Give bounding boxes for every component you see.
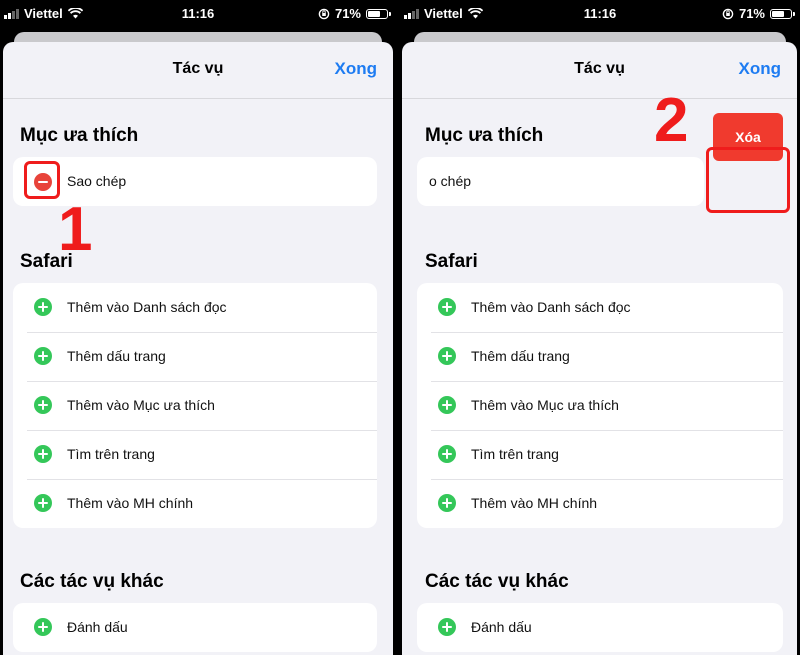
list-item[interactable]: Thêm dấu trang [417,332,783,381]
battery-percent: 71% [738,6,765,21]
favorites-header: Mục ưa thích [425,125,544,146]
list-item[interactable]: Thêm dấu trang [13,332,377,381]
add-icon[interactable] [34,396,52,414]
list-item[interactable]: Thêm vào Danh sách đọc [417,283,783,332]
safari-header: Safari [425,251,478,272]
list-item[interactable]: Tìm trên trang [417,430,783,479]
add-icon[interactable] [34,298,52,316]
screenshot-left: Viettel 11:16 71% Tác vụ Xong Mục ưa thí… [0,0,396,655]
favorite-item-copy-swiped[interactable]: o chép [417,157,704,206]
battery-icon [770,8,795,19]
battery-percent: 71% [334,6,361,21]
other-actions-header: Các tác vụ khác [425,571,569,592]
list-item[interactable]: Thêm vào MH chính [13,479,377,528]
annotation-box-2 [706,147,790,213]
actions-sheet: Tác vụ Xong Mục ưa thích Sao chép Safari… [3,42,393,655]
add-icon[interactable] [438,494,456,512]
annotation-box-1 [24,161,60,199]
nav-bar: Tác vụ Xong [402,42,797,99]
add-icon[interactable] [34,445,52,463]
list-item[interactable]: Thêm vào MH chính [417,479,783,528]
orientation-lock-icon [722,8,734,19]
list-item[interactable]: Thêm vào Mục ưa thích [13,381,377,430]
done-button[interactable]: Xong [739,59,782,79]
annotation-number-2: 2 [654,86,689,155]
list-item[interactable]: Thêm vào Danh sách đọc [13,283,377,332]
list-item[interactable]: Đánh dấu [13,603,377,652]
add-icon[interactable] [438,298,456,316]
other-actions-header: Các tác vụ khác [20,571,164,592]
add-icon[interactable] [438,445,456,463]
list-item[interactable]: Tìm trên trang [13,430,377,479]
nav-bar: Tác vụ Xong [3,42,393,99]
status-bar: Viettel 11:16 71% [0,0,396,28]
other-actions-group: Đánh dấu [13,603,377,652]
add-icon[interactable] [438,396,456,414]
favorites-header: Mục ưa thích [20,125,139,146]
favorites-group-swiped: o chép [417,157,704,206]
add-icon[interactable] [34,618,52,636]
orientation-lock-icon [318,8,330,19]
list-item[interactable]: Đánh dấu [417,603,783,652]
list-item[interactable]: Thêm vào Mục ưa thích [417,381,783,430]
battery-icon [366,8,391,19]
status-bar: Viettel 11:16 71% [400,0,800,28]
safari-group: Thêm vào Danh sách đọc Thêm dấu trang Th… [13,283,377,528]
other-actions-group: Đánh dấu [417,603,783,652]
safari-group: Thêm vào Danh sách đọc Thêm dấu trang Th… [417,283,783,528]
screenshot-right: Viettel 11:16 71% Tác vụ Xong Mục ưa thí… [400,0,800,655]
add-icon[interactable] [438,618,456,636]
add-icon[interactable] [34,347,52,365]
add-icon[interactable] [438,347,456,365]
done-button[interactable]: Xong [335,59,378,79]
annotation-number-1: 1 [58,195,93,264]
row-label: o chép [429,173,472,189]
add-icon[interactable] [34,494,52,512]
row-label: Sao chép [67,173,127,189]
